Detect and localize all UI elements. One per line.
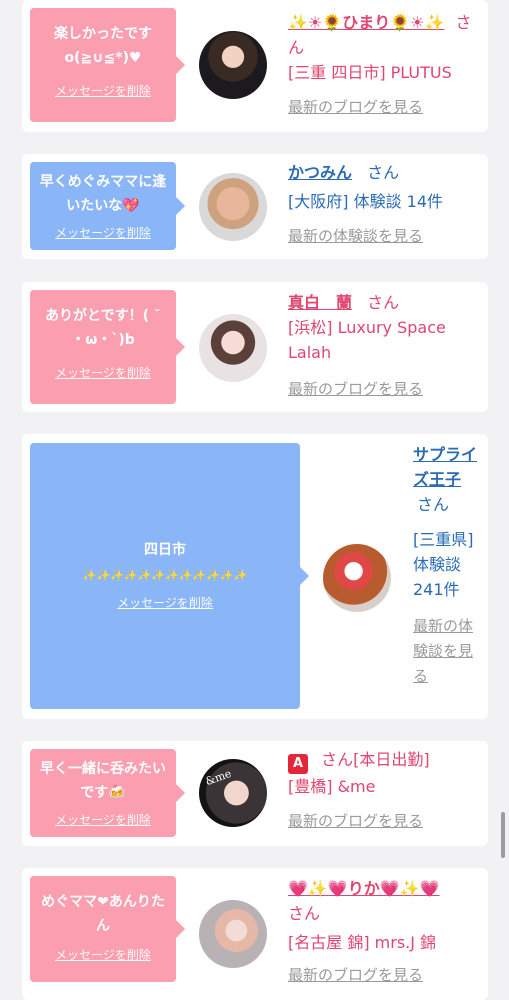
shop-label: [名古屋 錦] mrs.J 錦 [288, 933, 437, 952]
latest-blog-link[interactable]: 最新のブログを見る [288, 377, 423, 402]
latest-review-link[interactable]: 最新の体験談を見る [288, 224, 423, 249]
message-bubble: 楽しかったです o(≧∪≦*)♥ メッセージを削除 [30, 8, 185, 122]
shop-label: [三重県] 体験談 241件 [413, 530, 474, 599]
latest-blog-link[interactable]: 最新のブログを見る [288, 963, 423, 988]
avatar[interactable] [199, 31, 267, 99]
honorific: さん [417, 495, 450, 514]
message-card: 楽しかったです o(≧∪≦*)♥ メッセージを削除 ✨☀🌻ひまり🌻☀✨ さん [… [22, 0, 488, 132]
shop-label: [三重 四日市] PLUTUS [288, 63, 452, 82]
message-bubble: めぐママ❤あんりたん メッセージを削除 [30, 876, 185, 982]
message-text: 楽しかったです o(≧∪≦*)♥ [54, 26, 152, 66]
honorific: さん [367, 293, 400, 312]
message-text: めぐママ❤あんりたん [41, 894, 165, 934]
avatar[interactable] [323, 544, 391, 612]
message-text: ありがとです！( ˘ ・ω・ˋ)b [45, 308, 161, 348]
delete-message-link[interactable]: メッセージを削除 [30, 811, 176, 829]
message-bubble: 四日市 ✨✨✨✨✨✨✨✨✨✨✨✨ メッセージを削除 [30, 443, 309, 709]
sender-name-link[interactable]: 💗✨💗りか💗✨💗 [288, 879, 440, 898]
a-badge-icon: A [288, 754, 308, 774]
message-card: 早くめぐみママに逢いたいな💖 メッセージを削除 かつみん さん [大阪府] 体験… [22, 154, 488, 259]
shop-label: [大阪府] 体験談 14件 [288, 192, 444, 211]
message-bubble: ありがとです！( ˘ ・ω・ˋ)b メッセージを削除 [30, 290, 185, 404]
avatar[interactable] [199, 173, 267, 241]
honorific: さん [288, 904, 321, 923]
sender-info: 真白 蘭 さん [浜松] Luxury Space Lalah 最新のブログを見… [288, 290, 478, 402]
sender-name-link[interactable]: サプライズ王子 [413, 445, 477, 489]
shop-label: [浜松] Luxury Space Lalah [288, 318, 446, 362]
message-text: 四日市 [144, 542, 186, 558]
message-text: ✨✨✨✨✨✨✨✨✨✨✨✨ [82, 569, 248, 582]
sender-info: ✨☀🌻ひまり🌻☀✨ さん [三重 四日市] PLUTUS 最新のブログを見る [288, 10, 478, 120]
message-card: めぐママ❤あんりたん メッセージを削除 💗✨💗りか💗✨💗 さん [名古屋 錦] … [22, 868, 488, 1000]
message-card: 早く一緒に呑みたいです🍻 メッセージを削除 &me A さん[本日出勤] [豊橋… [22, 741, 488, 846]
sender-info: かつみん さん [大阪府] 体験談 14件 最新の体験談を見る [288, 160, 478, 249]
message-text: 早くめぐみママに逢いたいな💖 [39, 174, 167, 214]
sender-info: サプライズ王子 さん [三重県] 体験談 241件 最新の体験談を見る [413, 442, 483, 689]
avatar[interactable] [199, 314, 267, 382]
message-text: 早く一緒に呑みたいです🍻 [40, 761, 166, 801]
delete-message-link[interactable]: メッセージを削除 [30, 82, 176, 100]
honorific: さん[本日出勤] [321, 750, 430, 769]
message-card: 四日市 ✨✨✨✨✨✨✨✨✨✨✨✨ メッセージを削除 サプライズ王子 さん [三重… [22, 434, 488, 719]
avatar[interactable]: &me [199, 759, 267, 827]
message-card: ありがとです！( ˘ ・ω・ˋ)b メッセージを削除 真白 蘭 さん [浜松] … [22, 282, 488, 412]
sender-name-link[interactable]: ✨☀🌻ひまり🌻☀✨ [288, 13, 444, 32]
sender-name-link[interactable]: かつみん [288, 163, 352, 182]
avatar-logo-text: &me [203, 766, 234, 789]
sender-info: 💗✨💗りか💗✨💗 さん [名古屋 錦] mrs.J 錦 最新のブログを見る [288, 876, 478, 988]
sender-name-link[interactable]: 真白 蘭 [288, 293, 352, 312]
latest-blog-link[interactable]: 最新のブログを見る [288, 95, 423, 120]
avatar[interactable] [199, 900, 267, 968]
delete-message-link[interactable]: メッセージを削除 [30, 594, 300, 612]
sender-info: A さん[本日出勤] [豊橋] &me 最新のブログを見る [288, 747, 478, 834]
latest-review-link[interactable]: 最新の体験談を見る [413, 614, 483, 689]
latest-blog-link[interactable]: 最新のブログを見る [288, 809, 423, 834]
scrollbar[interactable] [501, 812, 505, 858]
delete-message-link[interactable]: メッセージを削除 [30, 364, 176, 382]
message-bubble: 早くめぐみママに逢いたいな💖 メッセージを削除 [30, 162, 185, 250]
message-bubble: 早く一緒に呑みたいです🍻 メッセージを削除 [30, 749, 185, 837]
delete-message-link[interactable]: メッセージを削除 [30, 224, 176, 242]
shop-label: [豊橋] &me [288, 777, 376, 796]
honorific: さん [367, 163, 400, 182]
delete-message-link[interactable]: メッセージを削除 [30, 946, 176, 964]
